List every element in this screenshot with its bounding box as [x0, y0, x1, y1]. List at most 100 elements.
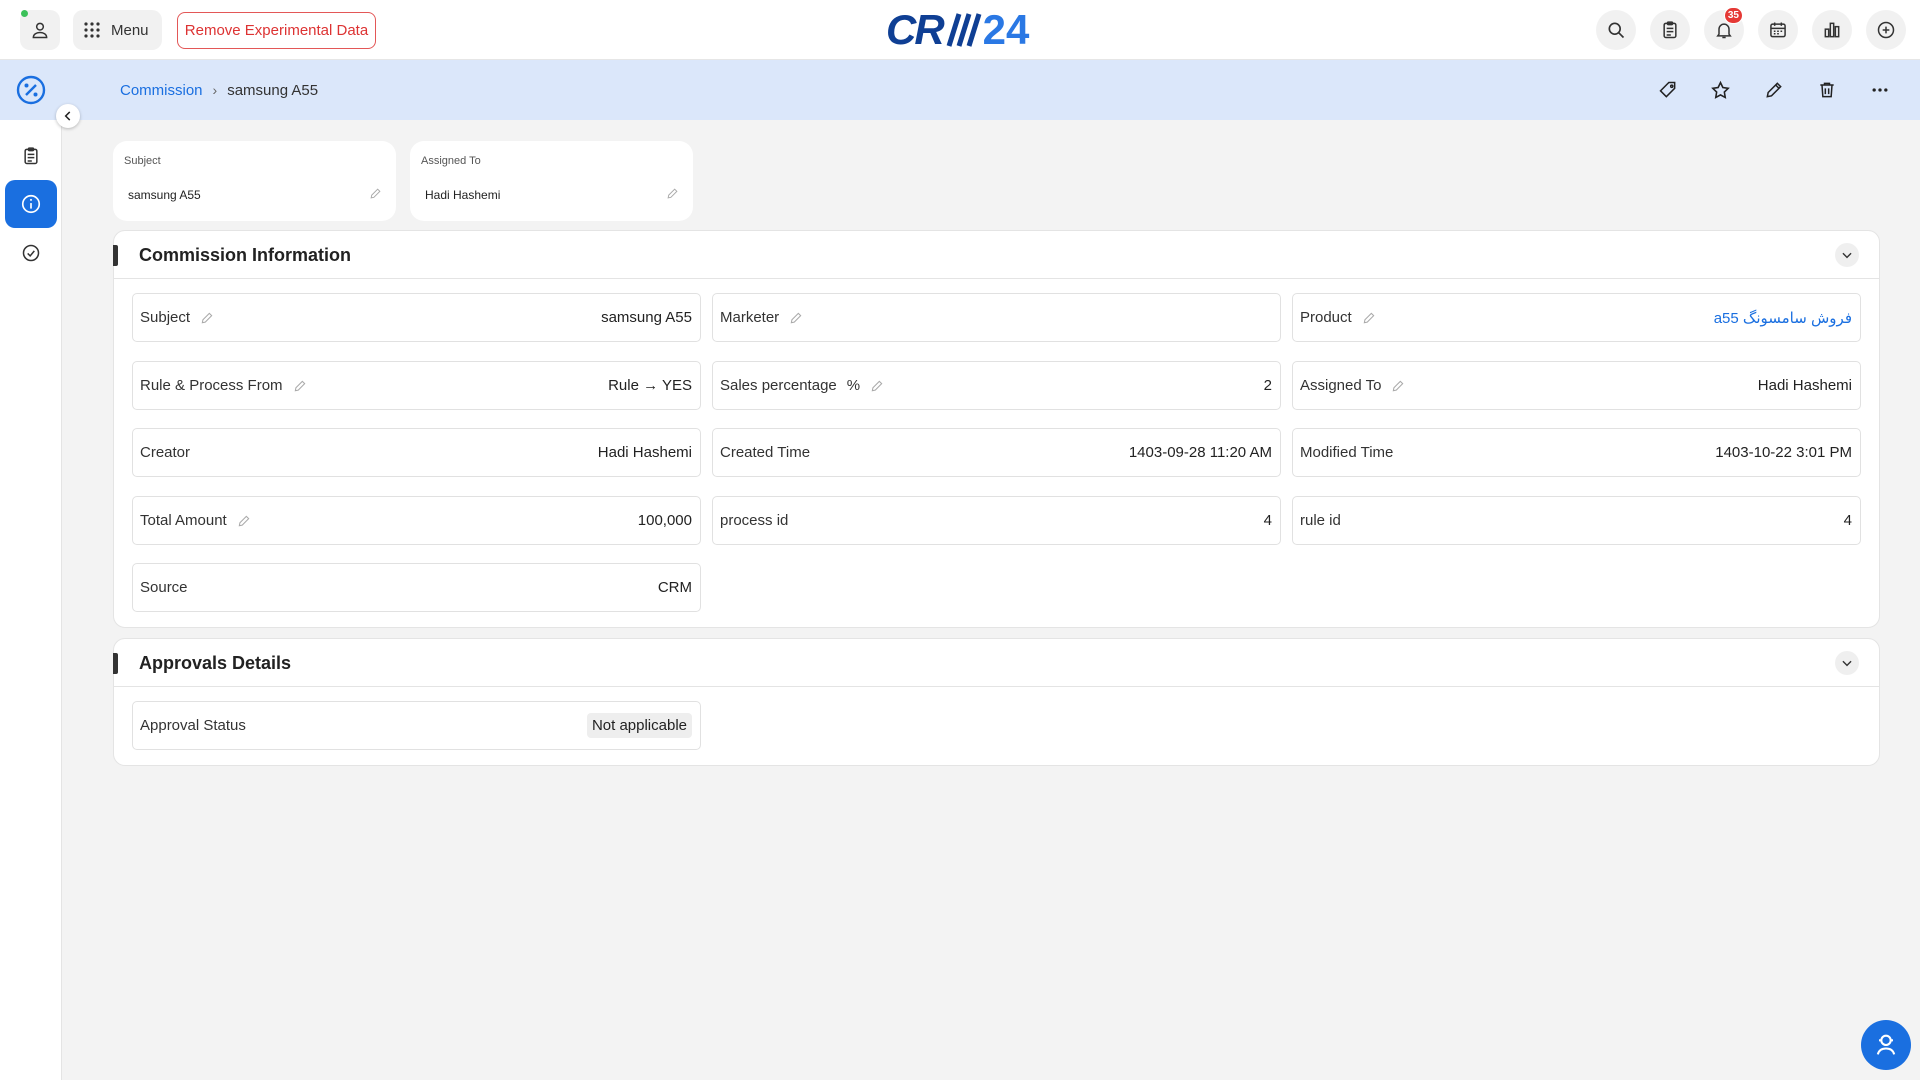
summary-card-subject: Subject samsung A55 [113, 141, 396, 221]
logo-text-a: CR [886, 6, 945, 53]
check-circle-icon [22, 244, 40, 262]
logo-text-b: 24 [982, 6, 1030, 53]
field-marketer[interactable]: Marketer [712, 293, 1281, 342]
tag-button[interactable] [1641, 70, 1694, 110]
panel-header[interactable]: Approvals Details [113, 639, 1879, 687]
field-label: Created Time [720, 444, 811, 461]
trash-icon [1819, 82, 1834, 98]
favorite-button[interactable] [1694, 70, 1747, 110]
notifications-button[interactable]: 35 [1704, 7, 1744, 50]
more-options-button[interactable] [1853, 70, 1906, 110]
field-label: Assigned To [1300, 377, 1382, 394]
left-rail [0, 60, 62, 1080]
module-icon-area[interactable] [0, 60, 62, 120]
search-icon [1608, 22, 1625, 39]
calendar-icon [1770, 22, 1786, 38]
pencil-icon[interactable] [237, 514, 251, 528]
summary-value: samsung A55 [128, 188, 201, 202]
percent-unit: % [846, 377, 861, 394]
field-label: Product [1300, 309, 1352, 326]
reports-button[interactable] [1812, 10, 1852, 50]
breadcrumb: Commission › samsung A55 [120, 60, 318, 120]
pencil-icon [1765, 82, 1782, 98]
collapse-panel-button[interactable] [1835, 243, 1859, 267]
field-value: 100,000 [637, 512, 692, 529]
rail-item-summary[interactable] [5, 132, 57, 180]
field-product[interactable]: Product a55 فروش سامسونگ [1292, 293, 1861, 342]
delete-button[interactable] [1800, 70, 1853, 110]
pencil-icon[interactable] [369, 187, 382, 200]
field-value: Hadi Hashemi [597, 444, 692, 461]
search-button[interactable] [1596, 10, 1636, 50]
panel-title: Approvals Details [139, 653, 292, 673]
field-subject[interactable]: Subject samsung A55 [132, 293, 701, 342]
pencil-icon[interactable] [1362, 311, 1376, 325]
record-actions [1641, 60, 1920, 120]
percent-icon [16, 75, 46, 105]
chevron-down-icon [1842, 660, 1852, 667]
user-icon [32, 22, 48, 39]
field-value: CRM [657, 579, 692, 596]
field-label: Source [140, 579, 188, 596]
remove-experimental-data-button[interactable]: Remove Experimental Data [177, 12, 376, 49]
field-source: Source CRM [132, 563, 701, 612]
panel-header[interactable]: Commission Information [113, 231, 1879, 279]
info-icon [21, 194, 41, 214]
field-rule-process-from[interactable]: Rule & Process From Rule → YES [132, 361, 701, 410]
field-label: process id [720, 512, 789, 529]
create-button[interactable] [1866, 10, 1906, 50]
panel-accent-mark [113, 653, 118, 674]
collapse-sidebar-button[interactable] [56, 104, 80, 128]
field-value: Hadi Hashemi [1757, 377, 1852, 394]
field-label: Creator [140, 444, 191, 461]
crm24-logo[interactable]: CR 24 [886, 6, 1029, 54]
field-value: 4 [1843, 512, 1852, 529]
tasks-button[interactable] [1650, 10, 1690, 50]
edit-button[interactable] [1747, 70, 1800, 110]
chevron-left-icon [64, 111, 71, 121]
calendar-button[interactable] [1758, 10, 1798, 50]
pencil-icon[interactable] [1391, 379, 1405, 393]
field-modified-time: Modified Time 1403-10-22 3:01 PM [1292, 428, 1861, 477]
field-value: Rule → YES [608, 377, 692, 394]
field-value: 2 [1263, 377, 1272, 394]
approval-status-badge: Not applicable [586, 713, 692, 738]
field-creator: Creator Hadi Hashemi [132, 428, 701, 477]
breadcrumb-commission-link[interactable]: Commission [120, 82, 203, 99]
field-label: Subject [140, 309, 191, 326]
pencil-icon[interactable] [200, 311, 214, 325]
tag-icon [1658, 81, 1675, 98]
field-label: Modified Time [1300, 444, 1394, 461]
clipboard-icon [24, 147, 38, 165]
field-value: 1403-10-22 3:01 PM [1715, 444, 1852, 461]
support-chat-button[interactable] [1861, 1020, 1911, 1070]
star-icon [1711, 80, 1730, 99]
rail-item-approvals[interactable] [5, 229, 57, 277]
field-assigned-to[interactable]: Assigned To Hadi Hashemi [1292, 361, 1861, 410]
collapse-panel-button[interactable] [1835, 651, 1859, 675]
summary-label: Subject [124, 155, 161, 167]
field-sales-percentage[interactable]: Sales percentage % 2 [712, 361, 1281, 410]
approvals-details-panel: Approvals Details Approval Status Not ap… [113, 638, 1880, 766]
grid-icon [84, 22, 100, 38]
field-value: samsung A55 [601, 309, 692, 326]
ellipsis-icon [1872, 88, 1887, 92]
field-label: Sales percentage [720, 377, 837, 394]
pencil-icon[interactable] [870, 379, 884, 393]
commission-information-panel: Commission Information Subject samsung A… [113, 230, 1880, 628]
clipboard-icon [1663, 21, 1677, 39]
pencil-icon[interactable] [293, 379, 307, 393]
field-created-time: Created Time 1403-09-28 11:20 AM [712, 428, 1281, 477]
field-total-amount[interactable]: Total Amount 100,000 [132, 496, 701, 545]
field-label: Marketer [720, 309, 780, 326]
menu-button[interactable]: Menu [73, 10, 162, 50]
product-link[interactable]: a55 فروش سامسونگ [1714, 309, 1852, 327]
summary-label: Assigned To [421, 155, 481, 167]
logo-slashes [946, 13, 982, 47]
pencil-icon[interactable] [666, 187, 679, 200]
field-label: Rule & Process From [140, 377, 283, 394]
field-approval-status: Approval Status Not applicable [132, 701, 701, 750]
pencil-icon[interactable] [789, 311, 803, 325]
summary-card-assigned-to: Assigned To Hadi Hashemi [410, 141, 693, 221]
rail-item-details[interactable] [5, 180, 57, 228]
